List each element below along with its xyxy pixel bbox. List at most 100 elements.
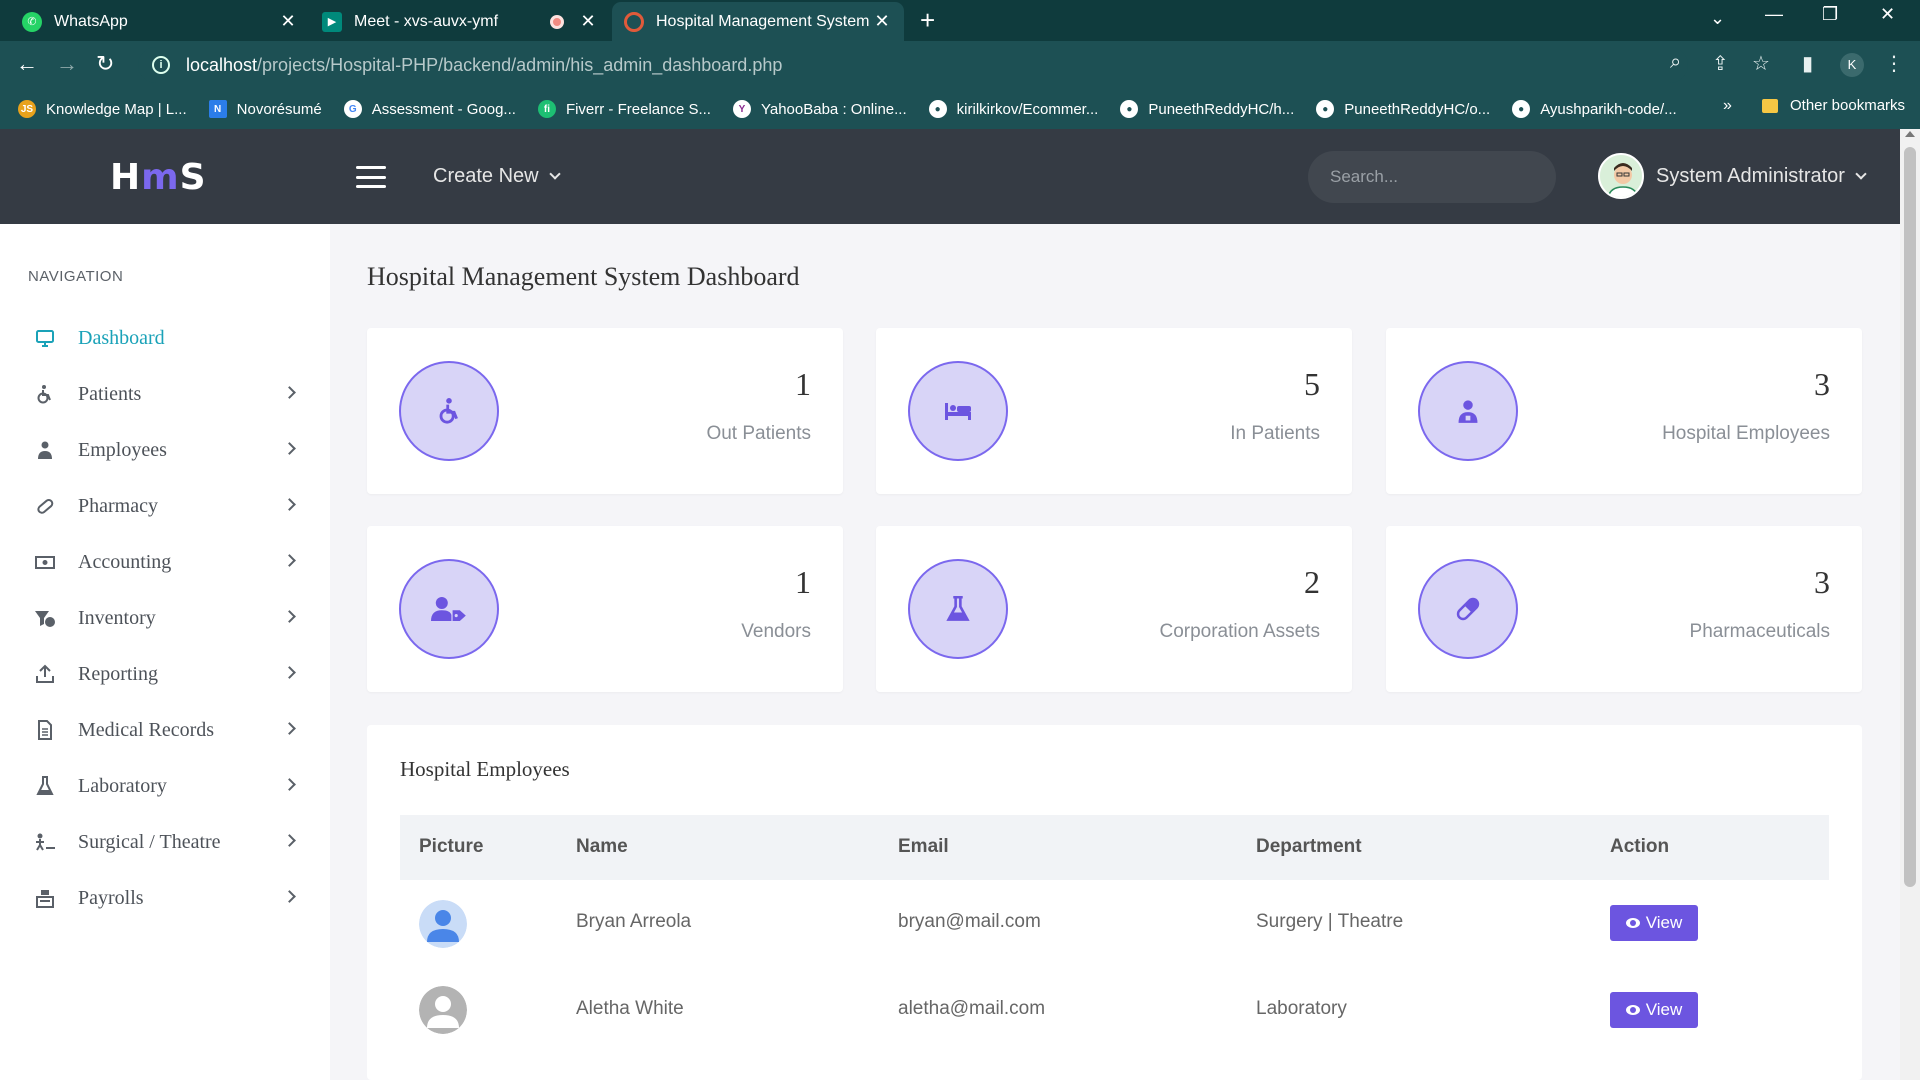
browser-profile-avatar[interactable]: K <box>1840 53 1864 77</box>
user-tie-icon <box>32 437 58 463</box>
bookmark-item[interactable]: ● kirilkirkov/Ecommer... <box>928 100 1098 118</box>
stat-value: 1 <box>795 366 811 402</box>
flask-icon <box>908 559 1008 659</box>
forward-icon[interactable]: → <box>56 51 78 77</box>
share-icon[interactable]: ⇪ <box>1712 51 1729 76</box>
menu-dots-icon[interactable]: ⋮ <box>1884 51 1904 76</box>
bookmark-item[interactable]: ● PuneethReddyHC/h... <box>1120 100 1294 118</box>
page-title: Hospital Management System Dashboard <box>367 262 800 291</box>
app-header: HmS Create New System Administrator <box>0 129 1900 224</box>
sidebar-item-dashboard[interactable]: Dashboard <box>0 310 330 366</box>
chevron-right-icon <box>283 610 296 623</box>
flask-icon <box>32 773 58 799</box>
stat-value: 3 <box>1814 564 1830 600</box>
hms-logo[interactable]: HmS <box>110 157 207 198</box>
sidebar-item-label: Patients <box>78 382 142 405</box>
upload-icon <box>32 661 58 687</box>
close-icon[interactable]: ✕ <box>578 11 598 32</box>
sidebar-item-medical-records[interactable]: Medical Records <box>0 702 330 758</box>
sidebar-item-payrolls[interactable]: Payrolls <box>0 870 330 926</box>
side-panel-icon[interactable]: ▮ <box>1802 51 1813 76</box>
scroll-thumb[interactable] <box>1904 147 1916 887</box>
browser-tab-whatsapp[interactable]: ✆ WhatsApp ✕ <box>10 2 310 41</box>
scroll-up-icon[interactable] <box>1905 131 1915 137</box>
logo-letter: S <box>179 157 207 198</box>
view-button[interactable]: View <box>1610 905 1698 941</box>
chevron-right-icon <box>283 890 296 903</box>
recording-icon <box>550 14 564 29</box>
browser-tab-meet[interactable]: ▶ Meet - xvs-auvx-ymf ✕ <box>310 2 610 41</box>
url-host: localhost <box>186 54 258 75</box>
close-window-icon[interactable]: ✕ <box>1880 4 1895 25</box>
sidebar-item-label: Pharmacy <box>78 494 158 517</box>
monitor-icon <box>32 325 58 351</box>
employee-department: Laboratory <box>1256 998 1347 1019</box>
logo-letter: H <box>110 157 142 198</box>
sidebar-item-label: Laboratory <box>78 774 167 797</box>
create-new-dropdown[interactable]: Create New <box>433 165 561 188</box>
bookmark-item[interactable]: ● Ayushparikh-code/... <box>1512 100 1677 118</box>
back-icon[interactable]: ← <box>16 51 38 77</box>
employee-email: bryan@mail.com <box>898 911 1041 932</box>
sidebar-item-surgical-theatre[interactable]: Surgical / Theatre <box>0 814 330 870</box>
browser-tab-hms[interactable]: Hospital Management System -A ✕ <box>612 2 904 41</box>
stat-label: Pharmaceuticals <box>1689 621 1830 642</box>
reload-icon[interactable]: ↻ <box>96 51 114 77</box>
bookmark-item[interactable]: fi Fiverr - Freelance S... <box>537 100 711 118</box>
chevron-right-icon <box>283 666 296 679</box>
restore-icon[interactable]: ❐ <box>1822 4 1838 25</box>
bookmark-item[interactable]: JS Knowledge Map | L... <box>18 100 187 118</box>
sidebar-item-laboratory[interactable]: Laboratory <box>0 758 330 814</box>
bookmark-star-icon[interactable]: ☆ <box>1752 51 1770 76</box>
tab-search-icon[interactable]: ⌄ <box>1710 8 1725 29</box>
pill-icon <box>32 493 58 519</box>
inventory-icon <box>32 605 58 631</box>
bookmarks-overflow-button[interactable]: » <box>1723 97 1732 115</box>
bookmark-item[interactable]: N Novorésumé <box>208 100 322 118</box>
user-tag-icon <box>399 559 499 659</box>
close-icon[interactable]: ✕ <box>872 11 892 32</box>
bookmark-label: Assessment - Goog... <box>371 100 516 118</box>
employees-panel: Hospital Employees Picture Name Email De… <box>367 725 1862 1080</box>
sidebar-item-reporting[interactable]: Reporting <box>0 646 330 702</box>
novoresume-icon: N <box>208 100 227 118</box>
bookmark-item[interactable]: G Assessment - Goog... <box>343 100 516 118</box>
stat-label: Out Patients <box>706 423 811 444</box>
sidebar-item-label: Surgical / Theatre <box>78 830 221 853</box>
close-icon[interactable]: ✕ <box>278 11 298 32</box>
loading-icon <box>624 11 644 32</box>
bookmark-item[interactable]: ● PuneethReddyHC/o... <box>1316 100 1490 118</box>
hamburger-menu-icon[interactable] <box>356 166 386 188</box>
new-tab-icon[interactable]: + <box>920 6 935 34</box>
sidebar-item-label: Inventory <box>78 606 156 629</box>
address-bar[interactable]: i localhost /projects/Hospital-PHP/backe… <box>138 47 1688 83</box>
other-bookmarks[interactable]: Other bookmarks <box>1762 97 1905 114</box>
eye-icon <box>1625 1005 1640 1015</box>
search-input[interactable] <box>1330 167 1551 187</box>
sidebar-item-employees[interactable]: Employees <box>0 422 330 478</box>
chevron-right-icon <box>283 386 296 399</box>
chevron-right-icon <box>283 722 296 735</box>
stat-card-corporation-assets: 2 Corporation Assets <box>876 526 1352 692</box>
avatar <box>1598 153 1644 199</box>
bookmark-label: Ayushparikh-code/... <box>1540 100 1677 118</box>
tab-title: Meet - xvs-auvx-ymf <box>354 12 499 30</box>
employee-name: Aletha White <box>576 998 684 1019</box>
sidebar-item-pharmacy[interactable]: Pharmacy <box>0 478 330 534</box>
view-button[interactable]: View <box>1610 992 1698 1028</box>
capsule-icon <box>1418 559 1518 659</box>
minimize-icon[interactable]: — <box>1765 4 1783 25</box>
page-scrollbar[interactable] <box>1900 129 1920 1080</box>
employee-email: aletha@mail.com <box>898 998 1046 1019</box>
sidebar-item-inventory[interactable]: Inventory <box>0 590 330 646</box>
stat-value: 2 <box>1304 564 1320 600</box>
stat-label: Vendors <box>741 621 811 642</box>
site-info-icon[interactable]: i <box>152 56 170 74</box>
bookmark-item[interactable]: Y YahooBaba : Online... <box>732 100 907 118</box>
stat-card-in-patients: 5 In Patients <box>876 328 1352 494</box>
search-box <box>1308 151 1556 203</box>
user-menu[interactable]: System Administrator <box>1598 153 1867 199</box>
sidebar-item-accounting[interactable]: Accounting <box>0 534 330 590</box>
sidebar-item-patients[interactable]: Patients <box>0 366 330 422</box>
zoom-icon[interactable]: ⌕ <box>1670 51 1681 74</box>
